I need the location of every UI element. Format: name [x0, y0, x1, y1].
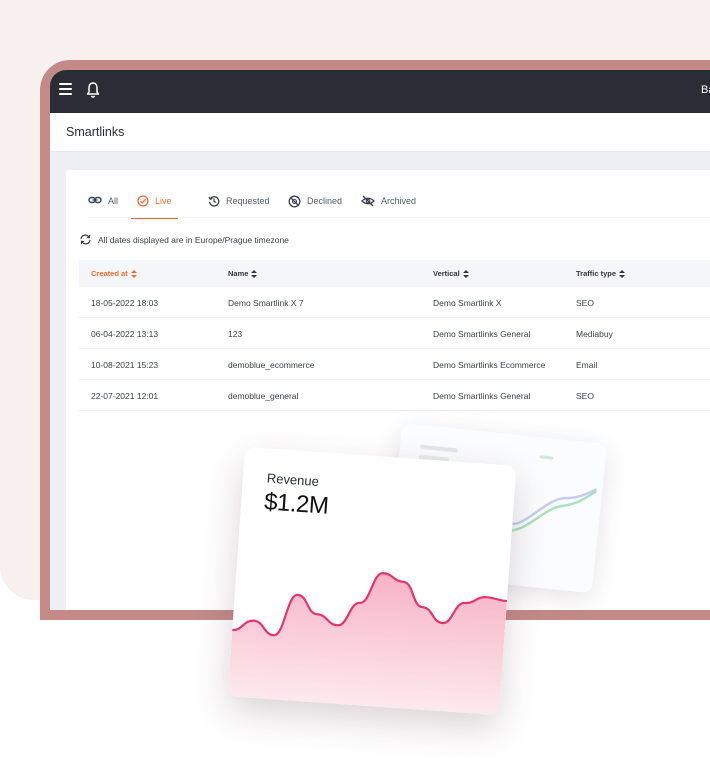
column-vertical[interactable]: Vertical: [433, 269, 469, 278]
name-cell: Demo Smartlink X 7: [228, 298, 304, 308]
timezone-note: All dates displayed are in Europe/Prague…: [79, 234, 289, 245]
vertical-cell: Demo Smartlinks General: [433, 391, 531, 401]
revenue-label: Revenue: [266, 470, 320, 490]
bell-icon[interactable]: [86, 81, 100, 99]
table-row[interactable]: 10-08-2021 15:23 demoblue_ecommerce Demo…: [79, 349, 710, 380]
hamburger-menu-icon[interactable]: [59, 83, 72, 100]
name-cell: demoblue_ecommerce: [228, 360, 315, 370]
link-icon: [88, 196, 102, 204]
sort-icon: [251, 269, 258, 278]
top-bar: Ba: [50, 70, 710, 113]
tab-all[interactable]: All: [88, 196, 118, 218]
column-created-at[interactable]: Created at: [91, 269, 137, 278]
page-title: Smartlinks: [66, 125, 125, 139]
table-row[interactable]: 22-07-2021 12:01 demoblue_general Demo S…: [79, 380, 710, 411]
column-label: Created at: [91, 269, 128, 278]
traffic-type-cell: SEO: [576, 298, 594, 308]
created-at-cell: 22-07-2021 12:01: [91, 391, 159, 401]
column-label: Traffic type: [576, 269, 617, 278]
tab-live[interactable]: Live: [131, 195, 178, 219]
tab-archived[interactable]: Archived: [361, 195, 417, 218]
column-traffic-type[interactable]: Traffic type: [576, 269, 626, 278]
sort-icon: [130, 269, 137, 278]
table-row[interactable]: 06-04-2022 13:13 123 Demo Smartlinks Gen…: [79, 318, 710, 349]
tab-label: Declined: [307, 196, 343, 206]
tab-label: Live: [155, 196, 172, 206]
revenue-area: [227, 573, 507, 716]
name-cell: demoblue_general: [228, 391, 299, 401]
created-at-cell: 06-04-2022 13:13: [91, 329, 159, 339]
column-name[interactable]: Name: [228, 269, 258, 278]
created-at-cell: 18-05-2022 18:03: [91, 298, 159, 308]
sort-icon: [462, 269, 469, 278]
tab-requested[interactable]: Requested: [208, 196, 270, 218]
refresh-icon: [80, 234, 91, 245]
column-label: Name: [228, 269, 249, 278]
column-label: Vertical: [433, 269, 460, 278]
created-at-cell: 10-08-2021 15:23: [91, 360, 159, 370]
tab-label: Archived: [381, 196, 417, 206]
revenue-card: Revenue $1.2M: [227, 446, 517, 716]
sort-icon: [619, 269, 626, 278]
revenue-trend-chart: [227, 572, 509, 716]
tab-label: Requested: [226, 196, 270, 206]
table-header: Created at Name Vertical Traffic type: [79, 260, 710, 287]
vertical-cell: Demo Smartlinks General: [433, 329, 531, 339]
vertical-cell: Demo Smartlink X: [433, 298, 502, 308]
tab-declined[interactable]: Declined: [288, 195, 343, 218]
traffic-type-cell: Email: [576, 360, 598, 370]
declined-icon: [288, 195, 301, 208]
status-tabs: All Live Requested Declined Archived: [88, 195, 710, 219]
check-circle-icon: [137, 195, 149, 207]
revenue-value: $1.2M: [263, 488, 330, 520]
traffic-type-cell: SEO: [576, 391, 594, 401]
vertical-cell: Demo Smartlinks Ecommerce: [433, 360, 546, 370]
page-header: Smartlinks: [50, 113, 710, 152]
eye-off-icon: [361, 195, 375, 207]
traffic-type-cell: Mediabuy: [576, 329, 613, 339]
table-row[interactable]: 18-05-2022 18:03 Demo Smartlink X 7 Demo…: [79, 287, 710, 318]
tab-label: All: [108, 196, 119, 206]
name-cell: 123: [228, 329, 243, 339]
user-menu[interactable]: Ba: [701, 84, 710, 96]
history-icon: [208, 196, 220, 207]
timezone-text: All dates displayed are in Europe/Prague…: [98, 234, 289, 245]
